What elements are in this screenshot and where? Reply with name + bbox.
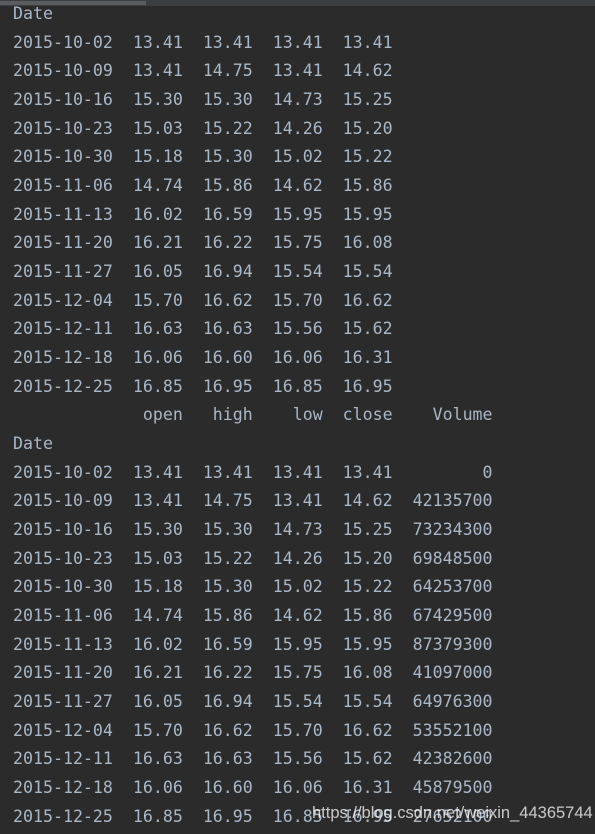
table-row: 2015-10-23 15.03 15.22 14.26 15.20 xyxy=(13,118,393,138)
table-row: 2015-12-04 15.70 16.62 15.70 16.62 53552… xyxy=(13,720,493,740)
table-row: 2015-12-11 16.63 16.63 15.56 15.62 xyxy=(13,319,393,339)
table-row: 2015-10-09 13.41 14.75 13.41 14.62 42135… xyxy=(13,491,493,511)
table-row: 2015-12-11 16.63 16.63 15.56 15.62 42382… xyxy=(13,749,493,769)
table-row: 2015-11-27 16.05 16.94 15.54 15.54 xyxy=(13,262,393,282)
table-row: 2015-10-16 15.30 15.30 14.73 15.25 73234… xyxy=(13,520,493,540)
index-name-label: Date xyxy=(13,434,53,454)
table-row: 2015-12-18 16.06 16.60 16.06 16.31 45879… xyxy=(13,778,493,798)
table-row: 2015-10-23 15.03 15.22 14.26 15.20 69848… xyxy=(13,548,493,568)
index-name-label: Date xyxy=(13,4,53,23)
table-row: 2015-10-30 15.18 15.30 15.02 15.22 xyxy=(13,147,393,167)
table-row: 2015-11-20 16.21 16.22 15.75 16.08 41097… xyxy=(13,663,493,683)
table-row: 2015-12-18 16.06 16.60 16.06 16.31 xyxy=(13,348,393,368)
column-header-row: open high low close Volume xyxy=(13,405,493,425)
table-row: 2015-11-20 16.21 16.22 15.75 16.08 xyxy=(13,233,393,253)
table-row: 2015-11-27 16.05 16.94 15.54 15.54 64976… xyxy=(13,692,493,712)
table-row: 2015-12-04 15.70 16.62 15.70 16.62 xyxy=(13,290,393,310)
table-row: 2015-10-09 13.41 14.75 13.41 14.62 xyxy=(13,61,393,81)
watermark: https://blog.csdn.net/weixin_44365744 xyxy=(312,804,593,822)
table-row: 2015-10-02 13.41 13.41 13.41 13.41 xyxy=(13,32,393,52)
console-output: Date 2015-10-02 13.41 13.41 13.41 13.41 20… xyxy=(13,0,493,831)
table-row: 2015-11-06 14.74 15.86 14.62 15.86 67429… xyxy=(13,606,493,626)
table-row: 2015-11-13 16.02 16.59 15.95 15.95 xyxy=(13,204,393,224)
table-row: 2015-12-25 16.85 16.95 16.85 16.95 xyxy=(13,376,393,396)
table-row: 2015-11-06 14.74 15.86 14.62 15.86 xyxy=(13,176,393,196)
table-row: 2015-10-16 15.30 15.30 14.73 15.25 xyxy=(13,90,393,110)
table-row: 2015-10-30 15.18 15.30 15.02 15.22 64253… xyxy=(13,577,493,597)
table-row: 2015-10-02 13.41 13.41 13.41 13.41 0 xyxy=(13,462,493,482)
table-row: 2015-11-13 16.02 16.59 15.95 15.95 87379… xyxy=(13,634,493,654)
